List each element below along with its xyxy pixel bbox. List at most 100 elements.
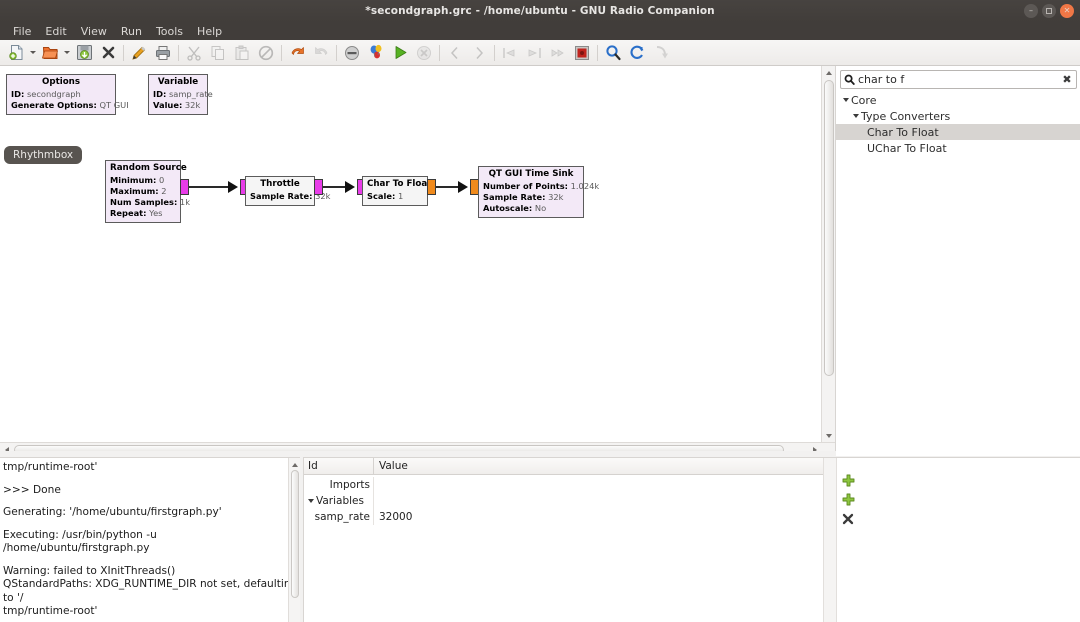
variables-table: Id Value Imports Variables samp_rate 320… [304, 458, 823, 622]
connection-arrow [458, 181, 468, 193]
menu-view[interactable]: View [74, 24, 114, 39]
table-row[interactable]: Variables [304, 493, 823, 509]
param-key: Value: [153, 100, 183, 111]
new-file-dropdown-arrow[interactable] [28, 41, 38, 65]
green-plus-icon[interactable] [842, 474, 855, 487]
save-disk-icon[interactable] [72, 41, 96, 65]
play-triangle-icon[interactable] [388, 41, 412, 65]
new-file-icon[interactable] [4, 41, 28, 65]
menu-help[interactable]: Help [190, 24, 229, 39]
window-controls: – ✕ [1024, 4, 1074, 18]
column-header-value[interactable]: Value [374, 458, 823, 474]
red-square-icon[interactable] [570, 41, 594, 65]
title-bar: *secondgraph.grc - /home/ubuntu - GNU Ra… [0, 0, 1080, 22]
block-param-row: Num Samples: 1k [110, 197, 190, 208]
table-row[interactable]: Imports [304, 477, 823, 493]
column-header-id[interactable]: Id [304, 458, 374, 474]
options-block[interactable]: Options ID: secondgraph Generate Options… [6, 74, 129, 116]
block-title: Throttle [260, 179, 300, 189]
minimize-button[interactable]: – [1024, 4, 1038, 18]
block-search-input[interactable] [858, 73, 1058, 86]
param-value: 2 [161, 186, 167, 197]
menu-tools[interactable]: Tools [149, 24, 190, 39]
menu-run[interactable]: Run [114, 24, 149, 39]
download-arrow-icon [649, 41, 673, 65]
no-entry-icon [254, 41, 278, 65]
tree-node-core[interactable]: Core [836, 92, 1080, 108]
tree-node-char-to-float[interactable]: Char To Float [836, 124, 1080, 140]
printer-icon[interactable] [151, 41, 175, 65]
toolbar-separator [178, 44, 179, 61]
undo-arrow-icon[interactable] [285, 41, 309, 65]
param-value: 32k [184, 100, 201, 111]
flowgraph-surface[interactable]: Options ID: secondgraph Generate Options… [0, 66, 835, 456]
open-folder-icon[interactable] [38, 41, 62, 65]
chevron-down-icon[interactable] [306, 499, 316, 503]
balloons-icon[interactable] [364, 41, 388, 65]
dark-x-icon[interactable] [842, 512, 855, 525]
redo-arrow-icon [309, 41, 333, 65]
console-scroll-thumb[interactable] [291, 470, 299, 598]
block-param-row: Sample Rate: 32k [250, 191, 330, 202]
chevron-down-icon[interactable] [840, 98, 851, 102]
console-vertical-scrollbar[interactable] [288, 458, 300, 622]
param-key: Sample Rate: [483, 192, 546, 203]
flowgraph-canvas[interactable]: Options ID: secondgraph Generate Options… [0, 66, 836, 456]
green-plus-icon[interactable] [842, 493, 855, 506]
open-folder-dropdown-arrow[interactable] [62, 41, 72, 65]
param-value: 0 [159, 175, 165, 186]
align-left-icon [498, 41, 522, 65]
random-source-block[interactable]: Random Source Minimum: 0 Maximum: 2 Num … [105, 160, 190, 224]
param-key: ID: [153, 89, 167, 100]
param-value: QT GUI [99, 100, 129, 111]
random-source-output-port[interactable] [180, 179, 189, 195]
canvas-vertical-scrollbar[interactable] [821, 66, 835, 442]
table-row[interactable]: samp_rate 32000 [304, 509, 823, 525]
toolbar-separator [439, 44, 440, 61]
block-param-row: Autoscale: No [483, 203, 579, 214]
param-key: ID: [11, 89, 25, 100]
connection-arrow [345, 181, 355, 193]
pencil-icon[interactable] [127, 41, 151, 65]
qt-gui-time-sink-block[interactable]: QT GUI Time Sink Number of Points: 1.024… [478, 166, 599, 219]
block-param-row: Number of Points: 1.024k [483, 181, 599, 192]
console-panel[interactable]: tmp/runtime-root' >>> Done Generating: '… [0, 457, 300, 622]
menu-bar: File Edit View Run Tools Help [0, 22, 1080, 40]
stop-circle-icon [412, 41, 436, 65]
menu-edit[interactable]: Edit [38, 24, 73, 39]
chevron-right-icon [467, 41, 491, 65]
menu-file[interactable]: File [6, 24, 38, 39]
throttle-output-port[interactable] [314, 179, 323, 195]
close-button[interactable]: ✕ [1060, 4, 1074, 18]
char-to-float-output-port[interactable] [427, 179, 436, 195]
close-x-icon[interactable] [96, 41, 120, 65]
toolbar-separator [597, 44, 598, 61]
chevron-down-icon[interactable] [850, 114, 861, 118]
throttle-block[interactable]: Throttle Sample Rate: 32k [245, 176, 330, 207]
console-line: Warning: failed to XInitThreads() QStand… [3, 564, 298, 618]
canvas-vscroll-thumb[interactable] [824, 80, 834, 376]
magnifier-icon[interactable] [601, 41, 625, 65]
row-id-cell: Variables [304, 493, 374, 509]
minus-circle-icon[interactable] [340, 41, 364, 65]
char-to-float-block[interactable]: Char To Float Scale: 1 [362, 176, 431, 207]
reload-circle-icon[interactable] [625, 41, 649, 65]
clear-search-icon[interactable]: ✖ [1058, 73, 1076, 86]
variables-table-header: Id Value [304, 458, 823, 475]
row-value-cell: 32000 [379, 511, 413, 523]
tree-node-type-converters[interactable]: Type Converters [836, 108, 1080, 124]
tree-node-label: UChar To Float [867, 141, 947, 155]
paste-icon [230, 41, 254, 65]
param-value: secondgraph [26, 89, 81, 100]
variable-block[interactable]: Variable ID: samp_rate Value: 32k [148, 74, 213, 116]
block-search-box[interactable]: ✖ [840, 70, 1077, 89]
tree-node-uchar-to-float[interactable]: UChar To Float [836, 140, 1080, 156]
variables-vertical-scrollbar[interactable] [823, 458, 837, 622]
maximize-button[interactable] [1042, 4, 1056, 18]
param-key: Maximum: [110, 186, 159, 197]
toolbar [0, 40, 1080, 66]
scroll-up-button[interactable] [822, 66, 835, 79]
console-line: Generating: '/home/ubuntu/firstgraph.py' [3, 506, 222, 519]
row-value-cell [374, 477, 823, 493]
scroll-down-button[interactable] [822, 429, 835, 442]
